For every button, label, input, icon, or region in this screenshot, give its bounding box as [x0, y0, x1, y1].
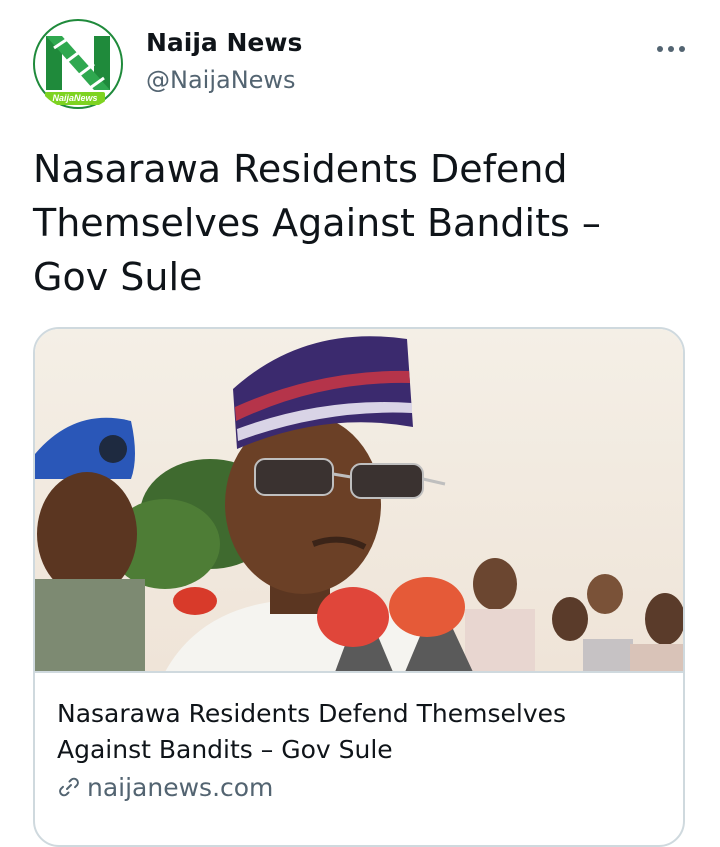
- more-horizontal-icon[interactable]: [656, 40, 686, 52]
- card-domain[interactable]: naijanews.com: [57, 773, 273, 802]
- card-domain-text: naijanews.com: [87, 773, 274, 802]
- author-handle[interactable]: @NaijaNews: [146, 66, 296, 94]
- card-image[interactable]: [35, 329, 683, 672]
- author-display-name[interactable]: Naija News: [146, 28, 302, 57]
- card-title[interactable]: Nasarawa Residents Defend Themselves Aga…: [57, 696, 657, 768]
- link-preview-card[interactable]: Nasarawa Residents Defend Themselves Aga…: [33, 327, 685, 847]
- link-icon: [59, 777, 79, 797]
- avatar-logo-text: NaijaNews: [45, 92, 105, 105]
- card-divider: [35, 671, 683, 673]
- author-avatar[interactable]: NaijaNews: [32, 18, 124, 110]
- tweet-text: Nasarawa Residents Defend Themselves Aga…: [33, 147, 601, 299]
